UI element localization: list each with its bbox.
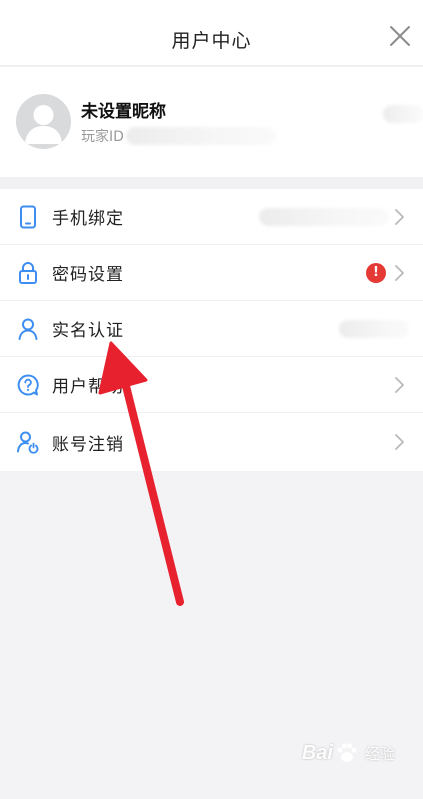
baidu-watermark: Bai 经验 [302, 741, 395, 765]
menu-item-phone-binding[interactable]: 手机绑定 [0, 189, 423, 245]
player-id-redacted [125, 127, 276, 145]
person-icon [16, 317, 40, 341]
chevron-right-icon [395, 208, 404, 225]
user-power-icon [16, 430, 40, 454]
player-id-label: 玩家ID [81, 129, 124, 145]
paw-icon [337, 743, 357, 762]
menu-item-account-cancel[interactable]: 账号注销 [0, 413, 423, 471]
menu-item-help[interactable]: 用户帮助 [0, 357, 423, 413]
player-id-row: 玩家ID [81, 126, 276, 146]
close-icon [390, 26, 410, 46]
alert-badge: ! [366, 262, 386, 283]
phone-redacted [259, 207, 389, 226]
menu-item-label: 手机绑定 [52, 209, 124, 229]
section-divider [0, 177, 423, 189]
profile-card[interactable]: 未设置昵称 玩家ID [0, 67, 423, 177]
default-avatar-icon [25, 105, 62, 144]
header-bar: 用户中心 [0, 0, 423, 66]
profile-right-redacted [383, 105, 423, 123]
nickname: 未设置昵称 [81, 102, 166, 122]
close-button[interactable] [387, 23, 413, 49]
menu-item-label: 密码设置 [52, 265, 124, 285]
avatar[interactable] [16, 94, 71, 149]
watermark-brand: Bai [301, 741, 333, 764]
menu-item-password[interactable]: 密码设置 ! [0, 245, 423, 301]
chevron-right-icon [395, 376, 404, 393]
settings-menu: 手机绑定 密码设置 ! 实名认证 用户帮助 账号注销 [0, 189, 423, 471]
chevron-right-icon [395, 434, 404, 450]
user-center-screen: 用户中心 未设置昵称 玩家ID 手机绑定 密码设置 ! 实名认证 用户帮助 账号… [0, 0, 423, 799]
help-icon [16, 373, 40, 397]
realname-redacted [339, 319, 409, 338]
watermark-suffix: 经验 [364, 745, 395, 763]
chevron-right-icon [395, 264, 404, 281]
page-title: 用户中心 [171, 30, 252, 52]
menu-item-label: 实名认证 [52, 321, 124, 341]
phone-icon [16, 205, 40, 229]
menu-item-label: 账号注销 [52, 434, 124, 455]
menu-item-realname[interactable]: 实名认证 [0, 301, 423, 357]
lock-icon [16, 261, 40, 285]
menu-item-label: 用户帮助 [52, 377, 124, 397]
